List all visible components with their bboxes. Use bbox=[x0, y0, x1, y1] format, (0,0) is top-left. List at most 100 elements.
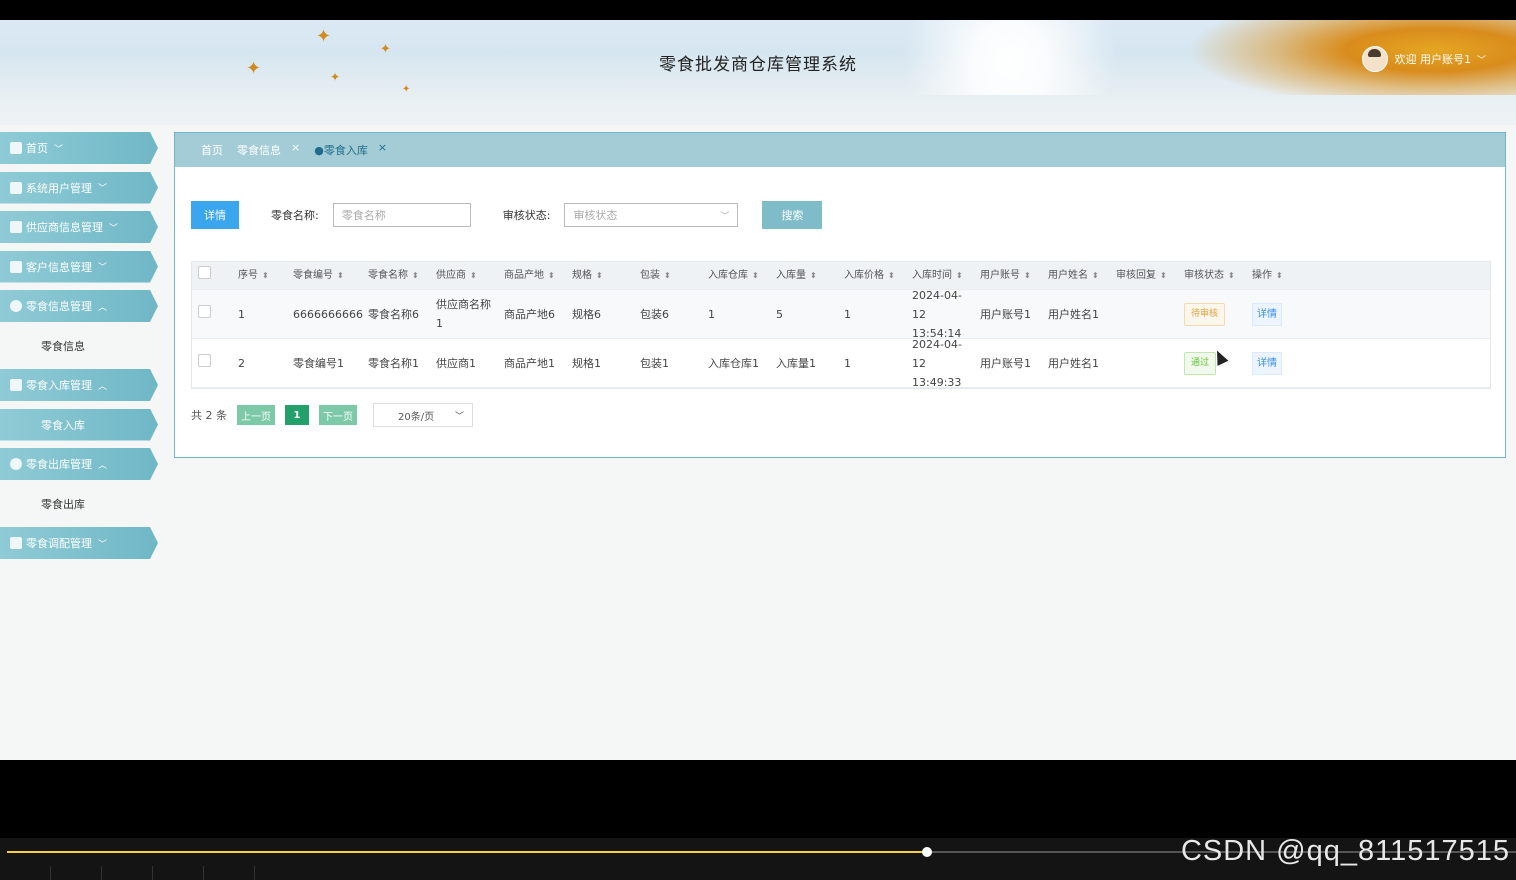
search-toolbar: 详情 零食名称: 零食名称 审核状态: 审核状态 ﹀ 搜索 bbox=[191, 201, 823, 229]
col-header[interactable]: 商品产地 ⬍ bbox=[496, 266, 564, 285]
table-row: 1 6666666666 零食名称6 供应商名称1 商品产地6 规格6 包装6 … bbox=[192, 289, 1490, 340]
chevron-down-icon: ﹀ bbox=[98, 263, 108, 273]
col-header[interactable]: 规格 ⬍ bbox=[564, 266, 632, 285]
player-controls bbox=[0, 866, 1516, 880]
sidebar-item-system-users[interactable]: 系统用户管理 ﹀ bbox=[0, 171, 158, 204]
chevron-up-icon: ︿ bbox=[98, 381, 108, 392]
col-header[interactable]: 包装 ⬍ bbox=[632, 266, 700, 285]
col-header[interactable]: 用户账号 ⬍ bbox=[972, 266, 1040, 285]
col-header[interactable]: 入库仓库 ⬍ bbox=[700, 266, 768, 285]
chevron-down-icon: ﹀ bbox=[98, 539, 108, 550]
sort-icon: ⬍ bbox=[470, 271, 477, 280]
cell: 规格6 bbox=[572, 307, 601, 321]
search-button[interactable]: 搜索 bbox=[762, 201, 823, 229]
cell: 供应商1 bbox=[436, 356, 476, 370]
sidebar-item-snack-info[interactable]: 零食信息管理 ︿ bbox=[0, 290, 158, 322]
check-circle-icon bbox=[10, 458, 22, 470]
cell: 1 bbox=[844, 356, 851, 370]
cell: 详情 bbox=[1244, 351, 1312, 375]
watermark: CSDN @qq_811517515 bbox=[1180, 835, 1510, 867]
cell: 1 bbox=[708, 307, 715, 321]
sort-icon: ⬍ bbox=[1228, 271, 1235, 280]
cell: 详情 bbox=[1244, 302, 1312, 326]
tab-home[interactable]: 首页 bbox=[201, 142, 223, 158]
select-all-checkbox[interactable] bbox=[192, 265, 230, 286]
tab-bar: 首页 零食信息 × ●零食入库 × bbox=[175, 133, 1505, 167]
sidebar-subitem-stock-in[interactable]: 零食入库 bbox=[0, 408, 158, 441]
leaf-icon: ✦ bbox=[316, 26, 332, 47]
apps-icon bbox=[10, 379, 22, 391]
tab-label: 零食信息 bbox=[237, 144, 281, 157]
cell: 用户账号1 bbox=[980, 356, 1031, 370]
sort-icon: ⬍ bbox=[1092, 271, 1099, 280]
sidebar-subitem-stock-out[interactable]: 零食出库 bbox=[0, 488, 160, 520]
row-checkbox[interactable] bbox=[192, 304, 230, 324]
header-banner: ✦ ✦ ✦ ✦ ✦ 零食批发商仓库管理系统 欢迎 用户账号1 ﹀ bbox=[0, 20, 1516, 95]
close-icon[interactable]: × bbox=[378, 141, 387, 154]
col-header[interactable]: 审核状态 ⬍ bbox=[1176, 266, 1244, 285]
col-header[interactable]: 入库价格 ⬍ bbox=[836, 266, 904, 285]
col-header[interactable]: 用户姓名 ⬍ bbox=[1040, 266, 1108, 285]
sort-icon: ⬍ bbox=[888, 271, 895, 280]
col-header[interactable]: 序号 ⬍ bbox=[230, 266, 285, 285]
col-header[interactable]: 入库量 ⬍ bbox=[768, 266, 836, 285]
avatar bbox=[1362, 46, 1389, 72]
sort-icon: ⬍ bbox=[810, 271, 817, 280]
user-menu[interactable]: 欢迎 用户账号1 ﹀ bbox=[1362, 46, 1486, 72]
sidebar-item-label: 零食信息管理 bbox=[26, 300, 92, 313]
row-detail-button[interactable]: 详情 bbox=[1252, 302, 1282, 326]
sidebar-item-suppliers[interactable]: 供应商信息管理 ﹀ bbox=[0, 211, 158, 243]
cell: 商品产地6 bbox=[504, 307, 555, 321]
sidebar-item-customers[interactable]: 客户信息管理 ﹀ bbox=[0, 250, 158, 283]
cell: 入库量1 bbox=[776, 356, 816, 370]
sort-icon: ⬍ bbox=[664, 271, 671, 280]
sidebar-subitem-snack-info[interactable]: 零食信息 bbox=[0, 330, 160, 362]
col-header[interactable]: 供应商 ⬍ bbox=[428, 266, 496, 285]
page-title: 零食批发商仓库管理系统 bbox=[659, 55, 857, 75]
cell: 2 bbox=[238, 356, 245, 370]
row-checkbox[interactable] bbox=[192, 353, 230, 373]
cell: 用户账号1 bbox=[980, 307, 1031, 321]
cell: 通过 bbox=[1176, 351, 1244, 375]
sidebar-item-home[interactable]: 首页 ﹀ bbox=[0, 132, 158, 164]
sort-icon: ⬍ bbox=[337, 271, 344, 280]
sidebar-item-allocation[interactable]: 零食调配管理 ﹀ bbox=[0, 527, 158, 559]
next-page-button[interactable]: 下一页 bbox=[319, 405, 357, 425]
col-header[interactable]: 操作 ⬍ bbox=[1244, 266, 1312, 285]
seek-handle[interactable] bbox=[922, 847, 933, 857]
sidebar-item-stock-out[interactable]: 零食出库管理 ︿ bbox=[0, 448, 158, 480]
col-header[interactable]: 零食编号 ⬍ bbox=[285, 266, 360, 285]
data-table: 序号 ⬍ 零食编号 ⬍ 零食名称 ⬍ 供应商 ⬍ 商品产地 ⬍ 规格 ⬍ 包装 ⬍ 入库仓库 ⬍… bbox=[191, 261, 1491, 389]
current-page[interactable]: 1 bbox=[285, 405, 309, 425]
cell: 6666666666 bbox=[293, 307, 363, 321]
table-row: 2 零食编号1 零食名称1 供应商1 商品产地1 规格1 包装1 入库仓库1 入… bbox=[192, 338, 1490, 389]
row-detail-button[interactable]: 详情 bbox=[1252, 351, 1282, 375]
table-header: 序号 ⬍ 零食编号 ⬍ 零食名称 ⬍ 供应商 ⬍ 商品产地 ⬍ 规格 ⬍ 包装 ⬍ 入库仓库 ⬍… bbox=[192, 262, 1490, 290]
col-header[interactable]: 审核回复 ⬍ bbox=[1108, 266, 1176, 285]
welcome-text: 欢迎 用户账号1 bbox=[1394, 53, 1471, 66]
detail-button[interactable]: 详情 bbox=[191, 201, 239, 229]
page-size-select[interactable]: 20条/页 ﹀ bbox=[373, 403, 473, 427]
sidebar-item-stock-in[interactable]: 零食入库管理 ︿ bbox=[0, 369, 158, 401]
cell: 入库仓库1 bbox=[708, 356, 759, 370]
seek-progress bbox=[7, 851, 928, 853]
col-header[interactable]: 零食名称 ⬍ bbox=[360, 266, 428, 285]
status-select-placeholder: 审核状态 bbox=[573, 209, 618, 222]
status-select[interactable]: 审核状态 ﹀ bbox=[564, 203, 739, 227]
chevron-down-icon: ﹀ bbox=[54, 144, 64, 155]
cell: 用户姓名1 bbox=[1048, 356, 1099, 370]
prev-page-button[interactable]: 上一页 bbox=[237, 405, 275, 425]
col-header[interactable]: 入库时间 ⬍ bbox=[904, 266, 972, 285]
sort-icon: ⬍ bbox=[548, 271, 555, 280]
total-count: 共 2 条 bbox=[191, 409, 227, 422]
sort-icon: ⬍ bbox=[412, 271, 419, 280]
tab-stock-in[interactable]: ●零食入库 × bbox=[314, 141, 387, 158]
status-badge: 通过 bbox=[1184, 351, 1217, 375]
chevron-up-icon: ︿ bbox=[98, 302, 108, 313]
close-icon[interactable]: × bbox=[291, 141, 300, 154]
tab-snack-info[interactable]: 零食信息 × bbox=[237, 141, 300, 158]
cell: 供应商名称1 bbox=[436, 298, 491, 330]
cell: 1 bbox=[238, 307, 245, 321]
name-input[interactable]: 零食名称 bbox=[332, 203, 471, 227]
chevron-down-icon: ﹀ bbox=[109, 223, 119, 234]
